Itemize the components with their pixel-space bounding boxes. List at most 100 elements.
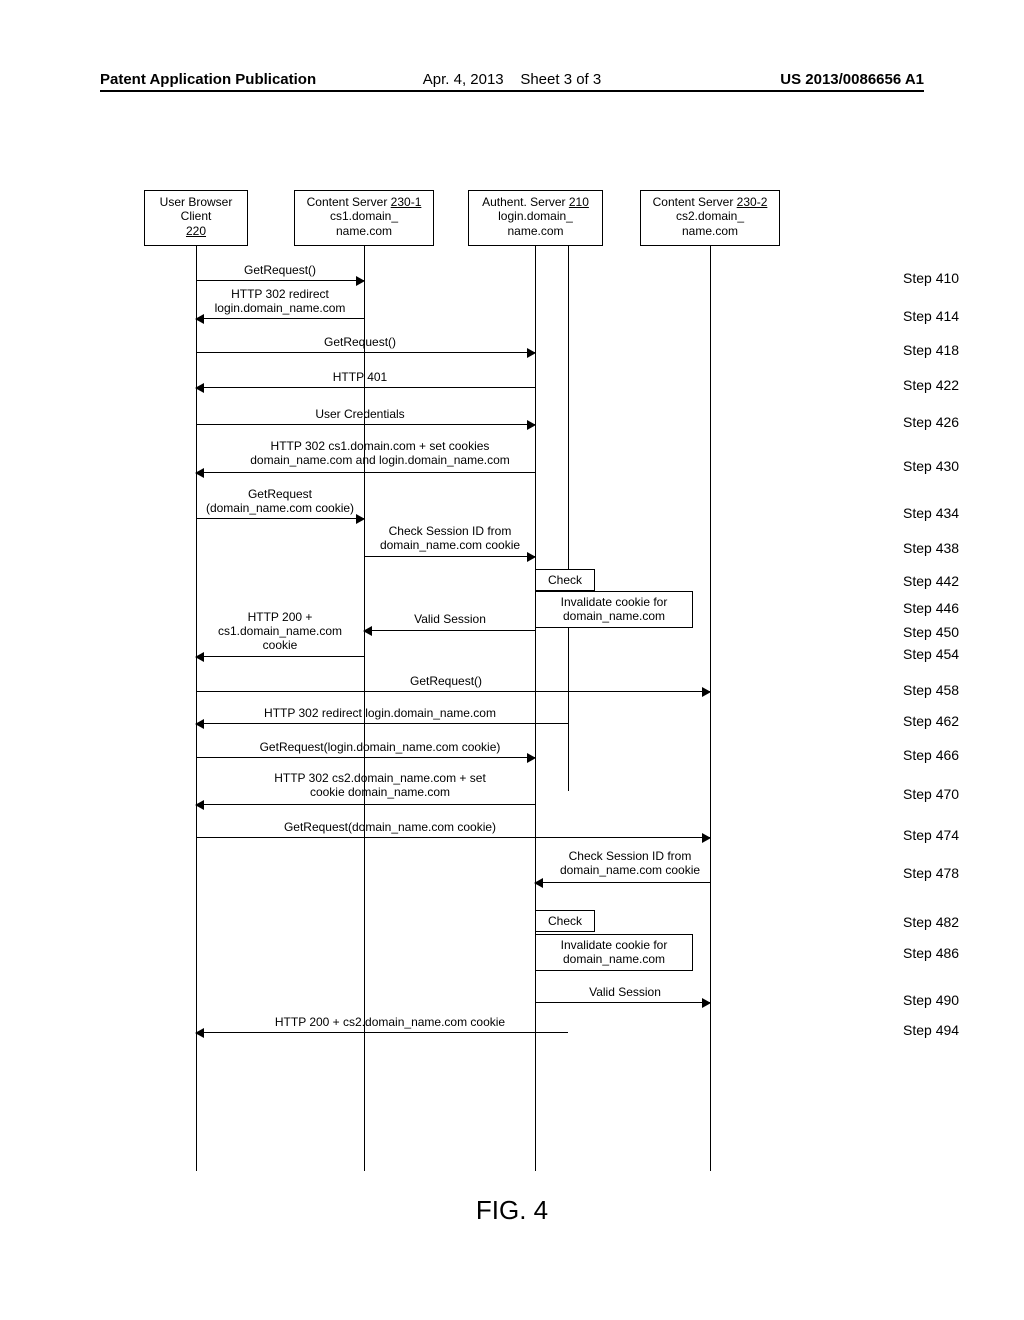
arrow-434 xyxy=(196,518,364,519)
lifeline-client: User Browser Client 220 xyxy=(144,190,248,246)
lifeline-cs1-l1: Content Server xyxy=(307,195,391,209)
msg-454: HTTP 200 + cs1.domain_name.com cookie xyxy=(218,611,342,652)
msg-430b: domain_name.com and login.domain_name.co… xyxy=(250,454,509,468)
lifeline-cs2-l2: cs2.domain_ xyxy=(644,209,776,223)
msg-418: GetRequest() xyxy=(324,335,396,349)
step-474: Step 474 xyxy=(903,827,959,843)
step-426: Step 426 xyxy=(903,414,959,430)
page-header: Patent Application Publication Apr. 4, 2… xyxy=(100,60,924,88)
msg-474: GetRequest(domain_name.com cookie) xyxy=(284,820,496,834)
lifeline-cs1-l2: cs1.domain_ xyxy=(298,209,430,223)
arrow-462 xyxy=(196,723,568,724)
msg-410: GetRequest() xyxy=(244,263,316,277)
step-490: Step 490 xyxy=(903,992,959,1008)
step-442: Step 442 xyxy=(903,573,959,589)
step-458: Step 458 xyxy=(903,682,959,698)
msg-454c: cookie xyxy=(218,639,342,653)
step-466: Step 466 xyxy=(903,747,959,763)
step-470: Step 470 xyxy=(903,786,959,802)
lifeline-cs2: Content Server 230-2 cs2.domain_ name.co… xyxy=(640,190,780,246)
step-410: Step 410 xyxy=(903,270,959,286)
step-422: Step 422 xyxy=(903,377,959,393)
arrow-470 xyxy=(196,804,535,805)
msg-430: HTTP 302 cs1.domain.com + set cookies do… xyxy=(250,440,509,468)
arrow-410 xyxy=(196,280,364,281)
msg-446a: Invalidate cookie for xyxy=(542,595,686,609)
msg-478b: domain_name.com cookie xyxy=(560,864,700,878)
msg-446b: domain_name.com xyxy=(542,609,686,623)
msg-478a: Check Session ID from xyxy=(560,850,700,864)
msg-442: Check xyxy=(548,573,582,587)
msg-486b: domain_name.com xyxy=(542,952,686,966)
lifeline-client-l3: 220 xyxy=(148,224,244,238)
msg-434b: (domain_name.com cookie) xyxy=(206,502,354,516)
arrow-474 xyxy=(196,837,710,838)
msg-414a: HTTP 302 redirect xyxy=(215,288,346,302)
step-446: Step 446 xyxy=(903,600,959,616)
arrow-494 xyxy=(196,1032,568,1033)
lifeline-line-auth-2 xyxy=(568,246,569,791)
msg-470a: HTTP 302 cs2.domain_name.com + set xyxy=(274,772,486,786)
arrow-450 xyxy=(364,630,535,631)
lifeline-cs2-l3: name.com xyxy=(644,224,776,238)
step-414: Step 414 xyxy=(903,308,959,324)
msg-414: HTTP 302 redirect login.domain_name.com xyxy=(215,288,346,316)
msg-458: GetRequest() xyxy=(410,674,482,688)
step-454: Step 454 xyxy=(903,646,959,662)
arrow-454 xyxy=(196,656,364,657)
msg-434a: GetRequest xyxy=(206,488,354,502)
lifeline-cs2-ref: 230-2 xyxy=(737,195,768,209)
arrow-438 xyxy=(364,556,535,557)
box-invalidate-446: Invalidate cookie for domain_name.com xyxy=(535,591,693,628)
arrow-418 xyxy=(196,352,535,353)
msg-494: HTTP 200 + cs2.domain_name.com cookie xyxy=(275,1015,505,1029)
lifeline-auth: Authent. Server 210 login.domain_ name.c… xyxy=(468,190,603,246)
msg-454a: HTTP 200 + xyxy=(218,611,342,625)
header-mid: Apr. 4, 2013 Sheet 3 of 3 xyxy=(423,71,601,88)
header-rule xyxy=(100,90,924,92)
lifeline-auth-l3: name.com xyxy=(472,224,599,238)
header-sheet: Sheet 3 of 3 xyxy=(520,71,601,88)
msg-450: Valid Session xyxy=(414,612,486,626)
arrow-414 xyxy=(196,318,364,319)
lifeline-auth-ref: 210 xyxy=(569,195,589,209)
arrow-466 xyxy=(196,757,535,758)
msg-426: User Credentials xyxy=(315,407,404,421)
msg-438a: Check Session ID from xyxy=(380,525,520,539)
header-right: US 2013/0086656 A1 xyxy=(780,71,924,88)
lifeline-client-l2: Client xyxy=(148,209,244,223)
lifeline-line-cs2 xyxy=(710,246,711,1171)
lifeline-cs1-ref: 230-1 xyxy=(391,195,422,209)
msg-414b: login.domain_name.com xyxy=(215,302,346,316)
msg-434: GetRequest (domain_name.com cookie) xyxy=(206,488,354,516)
header-left: Patent Application Publication xyxy=(100,71,316,88)
step-478: Step 478 xyxy=(903,865,959,881)
msg-482: Check xyxy=(548,914,582,928)
sequence-diagram: User Browser Client 220 Content Server 2… xyxy=(130,190,890,1180)
step-418: Step 418 xyxy=(903,342,959,358)
step-450: Step 450 xyxy=(903,624,959,640)
header-date: Apr. 4, 2013 xyxy=(423,71,504,88)
arrow-426 xyxy=(196,424,535,425)
msg-438: Check Session ID from domain_name.com co… xyxy=(380,525,520,553)
lifeline-client-l1: User Browser xyxy=(148,195,244,209)
arrow-458 xyxy=(196,691,710,692)
msg-470b: cookie domain_name.com xyxy=(274,786,486,800)
box-invalidate-486: Invalidate cookie for domain_name.com xyxy=(535,934,693,971)
step-486: Step 486 xyxy=(903,945,959,961)
step-462: Step 462 xyxy=(903,713,959,729)
box-check-442: Check xyxy=(535,569,595,591)
lifeline-cs1-l3: name.com xyxy=(298,224,430,238)
msg-422: HTTP 401 xyxy=(333,370,387,384)
msg-486a: Invalidate cookie for xyxy=(542,938,686,952)
arrow-490 xyxy=(535,1002,710,1003)
step-482: Step 482 xyxy=(903,914,959,930)
msg-478: Check Session ID from domain_name.com co… xyxy=(560,850,700,878)
arrow-430 xyxy=(196,472,535,473)
msg-454b: cs1.domain_name.com xyxy=(218,625,342,639)
box-check-482: Check xyxy=(535,910,595,932)
arrow-422 xyxy=(196,387,535,388)
msg-438b: domain_name.com cookie xyxy=(380,539,520,553)
page: Patent Application Publication Apr. 4, 2… xyxy=(0,0,1024,1320)
arrow-478 xyxy=(535,882,710,883)
